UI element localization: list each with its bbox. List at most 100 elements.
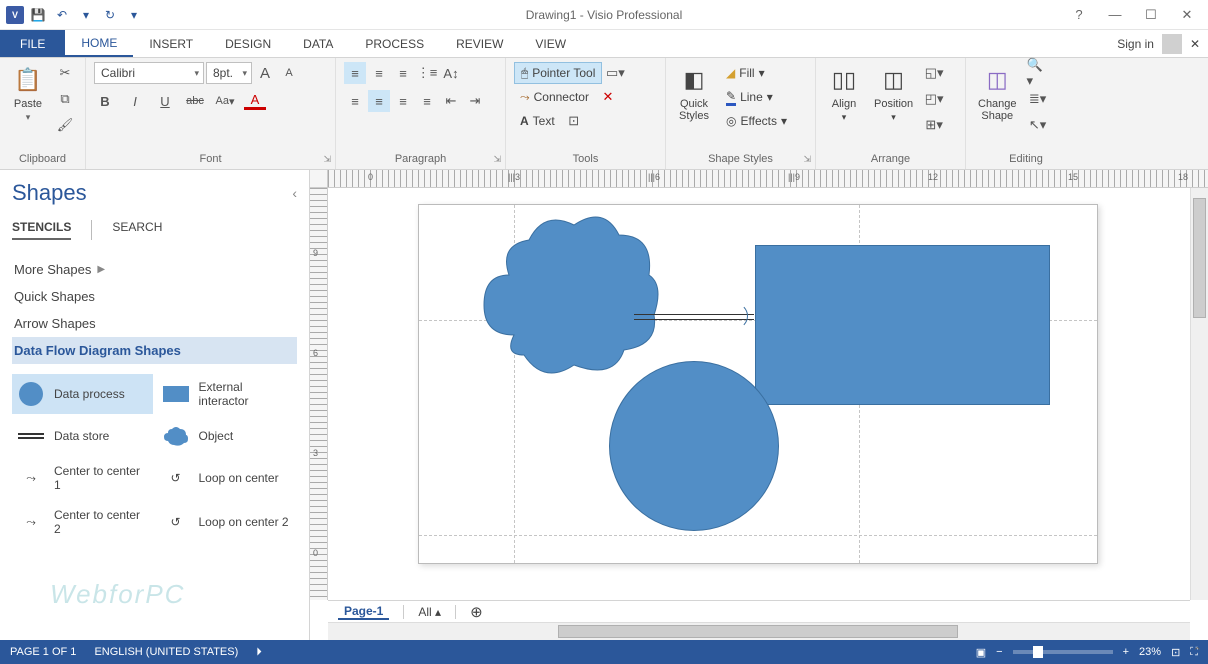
shape-loop-on-center[interactable]: ↺ Loop on center: [157, 458, 298, 498]
zoom-out-button[interactable]: −: [996, 646, 1002, 658]
font-name-combo[interactable]: Calibri: [94, 62, 204, 84]
ruler-vertical[interactable]: 9 6 3 0: [310, 188, 328, 600]
zoom-slider[interactable]: [1013, 650, 1113, 654]
font-color-button[interactable]: A: [244, 92, 266, 110]
tab-stencils[interactable]: STENCILS: [12, 220, 71, 240]
shape-styles-launcher-icon[interactable]: ⇲: [803, 154, 811, 165]
strike-button[interactable]: abc: [184, 90, 206, 112]
change-shape-button[interactable]: ◫ Change Shape: [974, 62, 1021, 124]
freeform-tool-button[interactable]: ✕: [597, 86, 619, 108]
cloud-shape[interactable]: [474, 205, 664, 385]
paste-dropdown-icon[interactable]: ▾: [26, 112, 31, 123]
undo-icon[interactable]: ↶: [52, 5, 72, 25]
pointer-tool-button[interactable]: 🖱Pointer Tool: [514, 62, 602, 84]
bring-forward-button[interactable]: ◱▾: [923, 62, 945, 84]
position-button[interactable]: ◫ Position ▾: [870, 62, 917, 125]
align-center-button[interactable]: ≡: [368, 90, 390, 112]
send-backward-button[interactable]: ◰▾: [923, 88, 945, 110]
drawing-surface[interactable]: [328, 188, 1190, 600]
select-button[interactable]: ↖▾: [1027, 114, 1049, 136]
bullets-button[interactable]: ⋮≡: [416, 62, 438, 84]
tab-home[interactable]: HOME: [65, 30, 133, 57]
page-tab-all[interactable]: All ▴: [418, 605, 441, 619]
copy-button[interactable]: ⧉: [54, 88, 76, 110]
cut-button[interactable]: ✂: [54, 62, 76, 84]
add-page-button[interactable]: ⊕: [470, 603, 483, 621]
horizontal-scrollbar[interactable]: [328, 622, 1190, 640]
tab-review[interactable]: REVIEW: [440, 30, 519, 57]
fill-button[interactable]: ◢Fill ▾: [720, 62, 793, 84]
align-bottom-button[interactable]: ≡: [392, 62, 414, 84]
tab-search[interactable]: SEARCH: [112, 220, 162, 240]
signin-link[interactable]: Sign in: [1117, 37, 1154, 51]
effects-button[interactable]: ◎Effects ▾: [720, 110, 793, 132]
increase-indent-button[interactable]: ⇥: [464, 90, 486, 112]
avatar-icon[interactable]: [1162, 34, 1182, 54]
presentation-mode-icon[interactable]: ▣: [976, 646, 986, 659]
shape-data-process[interactable]: Data process: [12, 374, 153, 414]
line-button[interactable]: ✎Line ▾: [720, 86, 793, 108]
align-button[interactable]: ▯▯ Align ▾: [824, 62, 864, 125]
macro-recording-icon[interactable]: ⏵: [256, 646, 262, 659]
stencil-quick-shapes[interactable]: Quick Shapes: [12, 283, 297, 310]
connector-tool-button[interactable]: ⤳Connector: [514, 86, 595, 108]
shape-external-interactor[interactable]: External interactor: [157, 374, 298, 414]
change-case-button[interactable]: Aa▾: [214, 90, 236, 112]
stencil-more-shapes[interactable]: More Shapes▶: [12, 256, 297, 283]
vertical-scrollbar[interactable]: [1190, 188, 1208, 600]
paste-button[interactable]: 📋 Paste ▾: [8, 62, 48, 125]
save-icon[interactable]: 💾: [28, 5, 48, 25]
help-icon[interactable]: ?: [1066, 4, 1092, 26]
touch-mode-icon[interactable]: ▾: [124, 5, 144, 25]
circle-shape[interactable]: [609, 361, 779, 531]
group-button[interactable]: ⊞▾: [923, 114, 945, 136]
zoom-in-button[interactable]: +: [1123, 646, 1129, 658]
align-right-button[interactable]: ≡: [392, 90, 414, 112]
text-direction-button[interactable]: A↕: [440, 62, 462, 84]
close-button[interactable]: ✕: [1174, 4, 1200, 26]
format-painter-button[interactable]: 🖌: [54, 114, 76, 136]
collapse-pane-icon[interactable]: ‹: [292, 185, 297, 201]
collapse-ribbon-icon[interactable]: ⌃: [1193, 645, 1202, 658]
zoom-level[interactable]: 23%: [1139, 646, 1161, 658]
qat-dropdown-icon[interactable]: ▾: [76, 5, 96, 25]
shape-data-store[interactable]: Data store: [12, 418, 153, 454]
tab-data[interactable]: DATA: [287, 30, 349, 57]
align-left-button[interactable]: ≡: [344, 90, 366, 112]
page-paper[interactable]: [418, 204, 1098, 564]
paragraph-dialog-launcher-icon[interactable]: ⇲: [493, 154, 501, 165]
find-button[interactable]: 🔍▾: [1027, 62, 1049, 84]
tab-file[interactable]: FILE: [0, 30, 65, 57]
quick-styles-button[interactable]: ◧ Quick Styles: [674, 62, 714, 124]
page-counter[interactable]: PAGE 1 OF 1: [10, 646, 76, 658]
scroll-thumb[interactable]: [558, 625, 958, 638]
font-size-combo[interactable]: 8pt.: [206, 62, 252, 84]
shape-center-to-center-1[interactable]: ⤳ Center to center 1: [12, 458, 153, 498]
ruler-horizontal[interactable]: 0 |||3 |||6 |||9 12 15 18: [328, 170, 1208, 188]
align-middle-button[interactable]: ≡: [368, 62, 390, 84]
grow-font-button[interactable]: A: [254, 62, 276, 84]
stencil-dfd-shapes[interactable]: Data Flow Diagram Shapes: [12, 337, 297, 364]
signin-close-icon[interactable]: ✕: [1190, 37, 1200, 51]
rectangle-tool-button[interactable]: ▭▾: [604, 62, 626, 84]
justify-button[interactable]: ≡: [416, 90, 438, 112]
tab-design[interactable]: DESIGN: [209, 30, 287, 57]
font-dialog-launcher-icon[interactable]: ⇲: [323, 154, 331, 165]
scroll-thumb[interactable]: [1193, 198, 1206, 318]
redo-icon[interactable]: ↻: [100, 5, 120, 25]
bold-button[interactable]: B: [94, 90, 116, 112]
underline-button[interactable]: U: [154, 90, 176, 112]
maximize-button[interactable]: ☐: [1138, 4, 1164, 26]
layers-button[interactable]: ≣▾: [1027, 88, 1049, 110]
shape-center-to-center-2[interactable]: ⤳ Center to center 2: [12, 502, 153, 542]
shape-loop-on-center-2[interactable]: ↺ Loop on center 2: [157, 502, 298, 542]
shrink-font-button[interactable]: A: [278, 62, 300, 84]
decrease-indent-button[interactable]: ⇤: [440, 90, 462, 112]
connection-point-button[interactable]: ⊡: [563, 110, 585, 132]
shape-object[interactable]: Object: [157, 418, 298, 454]
connector-endpoint[interactable]: [722, 303, 748, 329]
rectangle-shape[interactable]: [755, 245, 1050, 405]
tab-view[interactable]: VIEW: [519, 30, 582, 57]
tab-insert[interactable]: INSERT: [133, 30, 209, 57]
align-top-button[interactable]: ≡: [344, 62, 366, 84]
